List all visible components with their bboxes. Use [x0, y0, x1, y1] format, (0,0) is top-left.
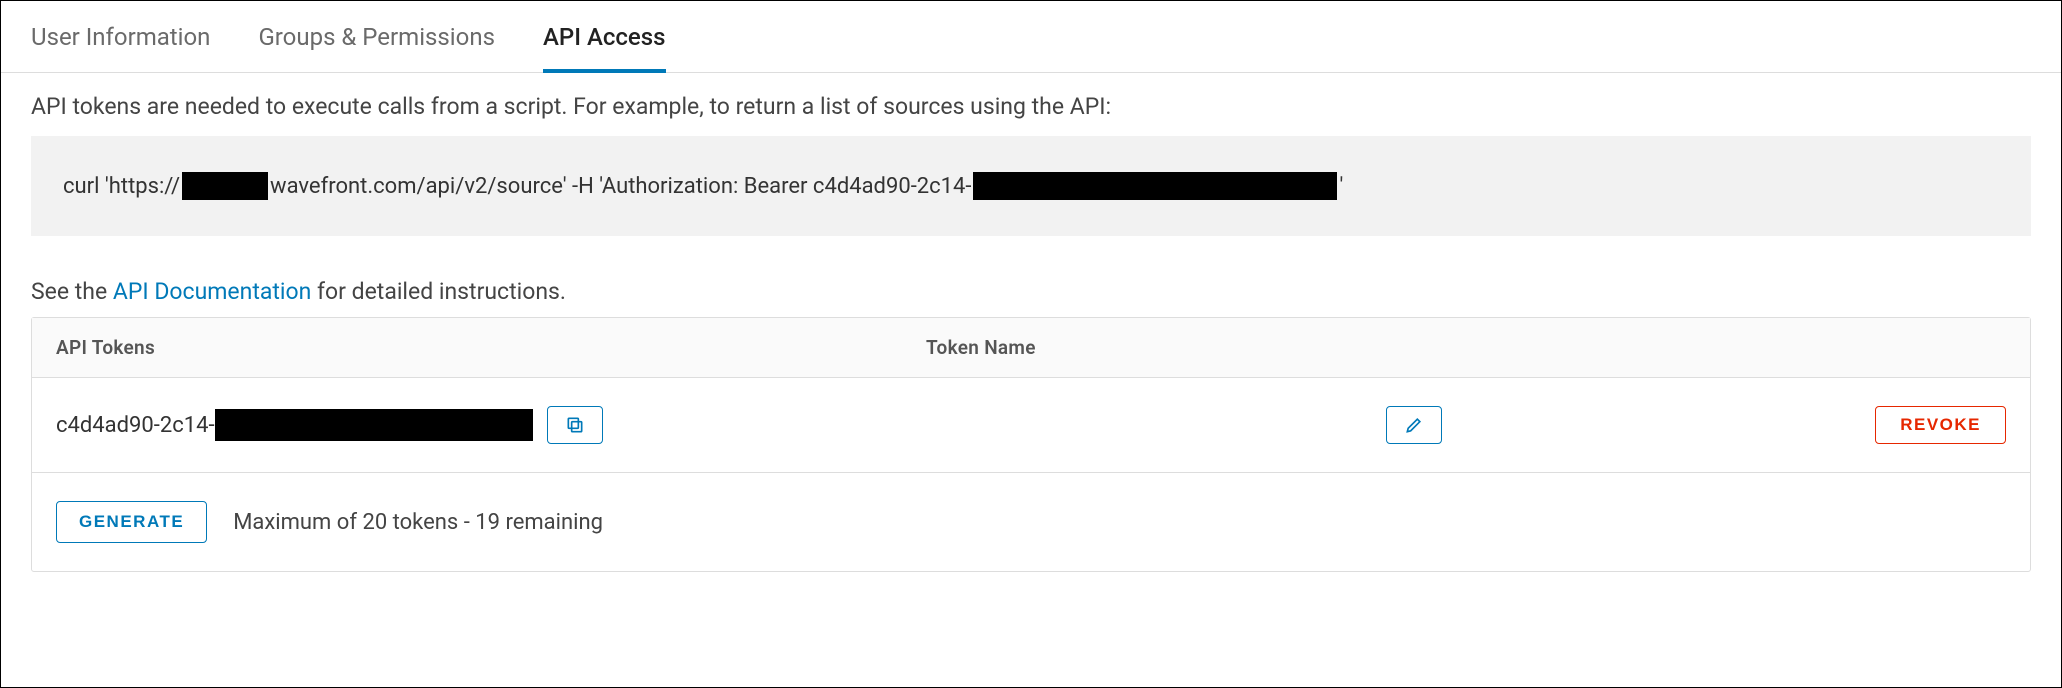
curl-part2: wavefront.com/api/v2/source' -H 'Authori…: [270, 174, 971, 199]
copy-icon: [565, 415, 585, 435]
curl-part3: ': [1339, 174, 1343, 199]
token-cell: c4d4ad90-2c14-: [56, 406, 926, 444]
table-header: API Tokens Token Name: [32, 318, 2030, 378]
api-documentation-link[interactable]: API Documentation: [113, 278, 311, 305]
copy-token-button[interactable]: [547, 406, 603, 444]
curl-example: curl 'https:// wavefront.com/api/v2/sour…: [31, 136, 2031, 236]
col-header-api-tokens: API Tokens: [56, 336, 926, 359]
tab-groups-permissions[interactable]: Groups & Permissions: [258, 1, 495, 73]
redacted-token-row: [215, 409, 533, 441]
curl-part1: curl 'https://: [63, 174, 180, 199]
doc-suffix: for detailed instructions.: [311, 278, 566, 305]
col-header-token-name: Token Name: [926, 336, 1806, 359]
tokens-remaining-text: Maximum of 20 tokens - 19 remaining: [233, 510, 603, 535]
doc-prefix: See the: [31, 278, 113, 305]
doc-text: See the API Documentation for detailed i…: [31, 278, 2031, 305]
redacted-host: [182, 172, 268, 200]
tokens-table: API Tokens Token Name c4d4ad90-2c14-: [31, 317, 2031, 572]
redacted-token-suffix: [973, 172, 1337, 200]
intro-text: API tokens are needed to execute calls f…: [31, 93, 2031, 120]
tab-api-access[interactable]: API Access: [543, 1, 666, 73]
token-value: c4d4ad90-2c14-: [56, 409, 533, 441]
pencil-icon: [1404, 415, 1424, 435]
tab-bar: User Information Groups & Permissions AP…: [1, 1, 2061, 73]
generate-button[interactable]: GENERATE: [56, 501, 207, 543]
token-actions-cell: REVOKE: [1806, 406, 2006, 444]
revoke-button[interactable]: REVOKE: [1875, 406, 2006, 444]
token-prefix: c4d4ad90-2c14-: [56, 413, 215, 438]
col-header-actions: [1806, 336, 2006, 359]
tab-user-information[interactable]: User Information: [31, 1, 210, 73]
token-name-cell: [926, 406, 1806, 444]
table-row: c4d4ad90-2c14-: [32, 378, 2030, 473]
edit-token-name-button[interactable]: [1386, 406, 1442, 444]
table-footer: GENERATE Maximum of 20 tokens - 19 remai…: [32, 473, 2030, 571]
